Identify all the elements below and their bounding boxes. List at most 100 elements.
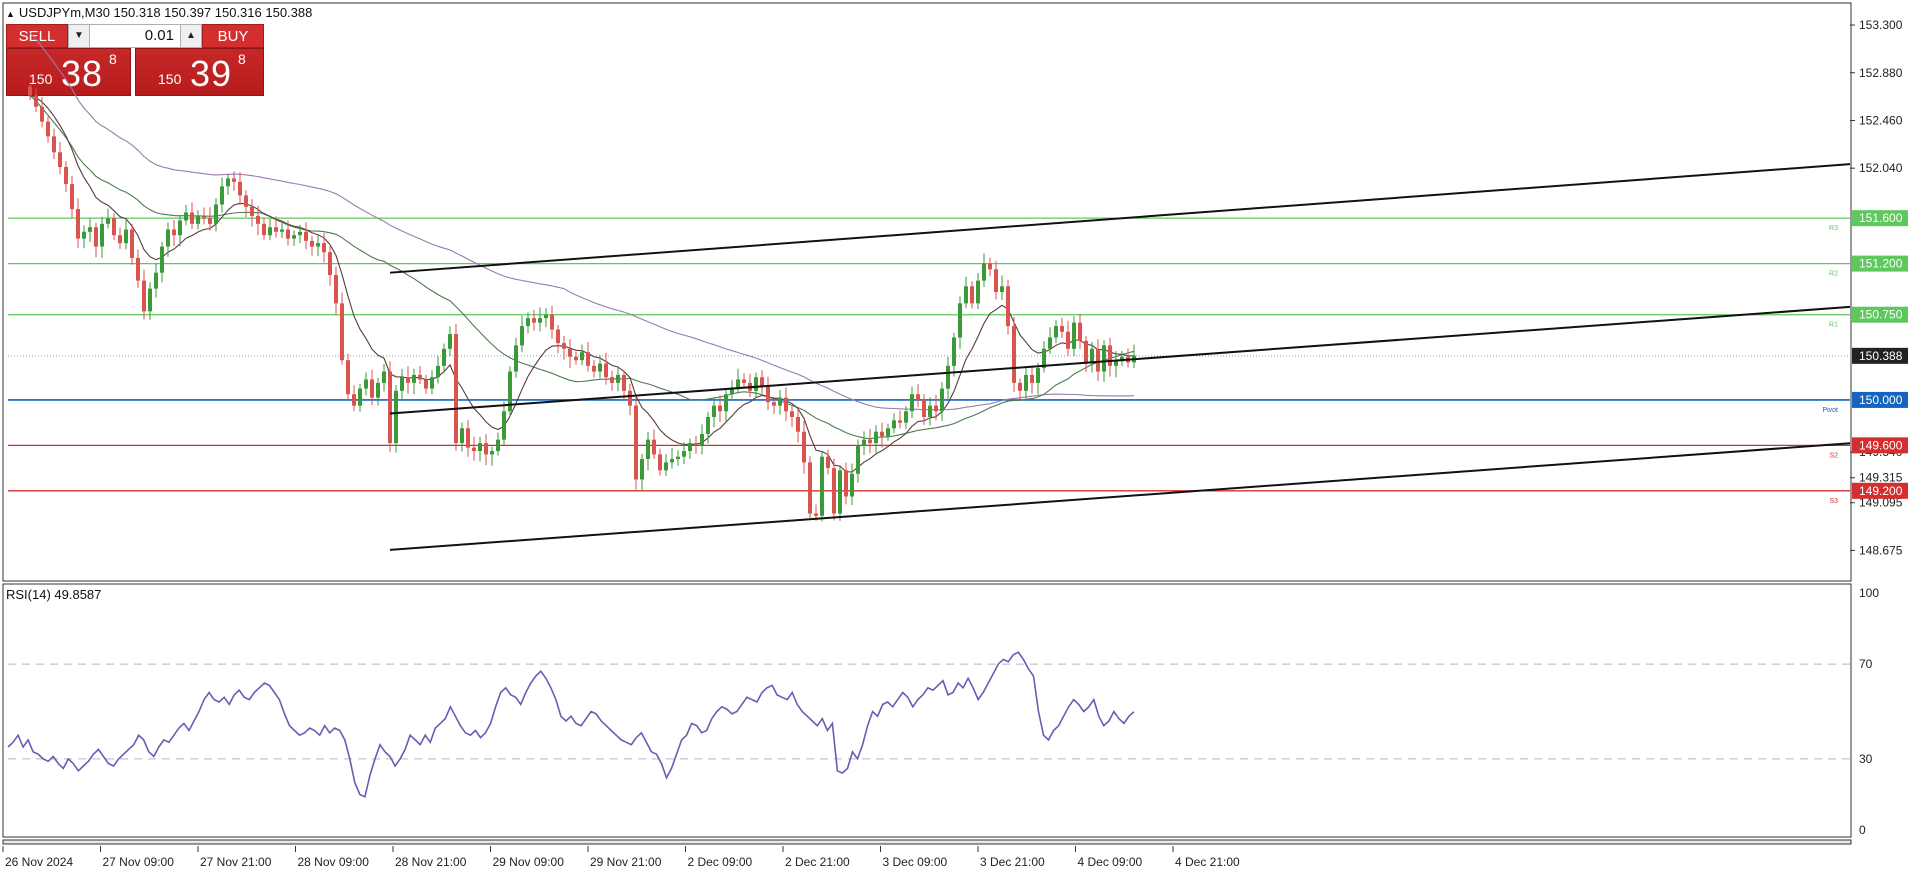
candle-body — [466, 428, 470, 448]
candle-body — [1024, 374, 1028, 391]
candle-body — [220, 186, 224, 205]
candle-body — [484, 443, 488, 455]
price-tick-label: 152.460 — [1859, 113, 1903, 127]
time-tick-label: 3 Dec 21:00 — [980, 855, 1045, 869]
candle-body — [28, 86, 32, 96]
candle-body — [826, 456, 830, 469]
candle-body — [292, 235, 296, 239]
candle-body — [136, 257, 140, 281]
candle-body — [634, 405, 638, 480]
candle-body — [814, 513, 818, 516]
scrollbar[interactable] — [2, 839, 1852, 845]
candle-body — [214, 204, 218, 224]
candle-body — [196, 215, 200, 224]
candle-body — [652, 439, 656, 455]
candle-body — [622, 374, 626, 391]
candle-body — [238, 181, 242, 196]
candle-body — [1066, 331, 1070, 349]
candle-body — [106, 218, 110, 224]
candle-body — [364, 379, 368, 389]
candle-body — [298, 231, 302, 236]
time-tick-label: 27 Nov 09:00 — [103, 855, 175, 869]
candle-body — [316, 243, 320, 247]
candle-body — [640, 458, 644, 480]
candle-body — [1060, 326, 1064, 332]
candle-body — [820, 456, 824, 516]
candle-body — [1078, 322, 1082, 341]
level-tag-r1: R1 — [1829, 322, 1838, 329]
rsi-tick-label: 30 — [1859, 752, 1873, 766]
candle-body — [958, 303, 962, 338]
candle-body — [400, 377, 404, 391]
candle-body — [394, 390, 398, 444]
candle-body — [970, 286, 974, 304]
candle-body — [94, 227, 98, 247]
candle-body — [712, 405, 716, 417]
candle-body — [562, 343, 566, 349]
candle-body — [190, 212, 194, 224]
candle-body — [34, 95, 38, 107]
candle-body — [244, 195, 248, 207]
candle-body — [1000, 286, 1004, 292]
candle-body — [442, 348, 446, 366]
candle-body — [658, 454, 662, 471]
candle-body — [772, 402, 776, 406]
candle-body — [802, 431, 806, 463]
chart-canvas[interactable]: R3 R2 R1 Pivot S2 S3 153.300 152.880 152.460 152… — [0, 0, 1916, 874]
price-tick-label: 153.300 — [1859, 18, 1903, 32]
candle-body — [226, 178, 230, 187]
candle-body — [520, 326, 524, 346]
candle-body — [1012, 326, 1016, 383]
candle-body — [148, 288, 152, 312]
candle-body — [964, 286, 968, 304]
candle-body — [424, 379, 428, 389]
candle-body — [436, 365, 440, 378]
candle-body — [904, 411, 908, 423]
candle-body — [688, 443, 692, 452]
candle-body — [1114, 361, 1118, 366]
candle-body — [934, 405, 938, 412]
candle-body — [58, 152, 62, 168]
candle-body — [478, 443, 482, 452]
candle-body — [448, 334, 452, 349]
candle-body — [544, 314, 548, 319]
level-tag-s2: S2 — [1829, 452, 1838, 459]
candle-body — [988, 263, 992, 270]
candle-body — [454, 334, 458, 444]
current-price-label: 150.388 — [1859, 349, 1903, 363]
candle-body — [118, 235, 122, 244]
candle-body — [376, 382, 380, 398]
candle-body — [880, 431, 884, 437]
moving-average-medium — [29, 95, 1135, 440]
level-tag-pivot: Pivot — [1822, 407, 1838, 414]
candle-body — [694, 443, 698, 446]
candle-body — [406, 377, 410, 383]
candle-body — [568, 348, 572, 357]
candle-body — [418, 374, 422, 380]
rsi-tick-label: 100 — [1859, 586, 1879, 600]
candle-body — [358, 388, 362, 406]
candle-body — [1108, 345, 1112, 366]
candle-body — [184, 212, 188, 221]
candle-body — [574, 356, 578, 361]
candle-body — [916, 394, 920, 400]
candle-body — [832, 468, 836, 514]
candle-body — [280, 229, 284, 232]
candle-body — [670, 458, 674, 463]
candle-body — [700, 434, 704, 446]
moving-average-fast — [29, 94, 1134, 473]
candle-body — [892, 420, 896, 429]
candle-body — [76, 209, 80, 239]
time-tick-label: 27 Nov 21:00 — [200, 855, 272, 869]
candle-body — [808, 462, 812, 514]
candle-body — [460, 428, 464, 444]
candle-body — [382, 371, 386, 383]
candle-body — [718, 405, 722, 412]
candle-body — [898, 420, 902, 423]
candle-body — [910, 394, 914, 412]
candle-body — [766, 386, 770, 403]
candle-body — [46, 121, 50, 137]
candle-body — [598, 363, 602, 372]
candle-body — [1072, 322, 1076, 349]
candle-body — [124, 229, 128, 244]
